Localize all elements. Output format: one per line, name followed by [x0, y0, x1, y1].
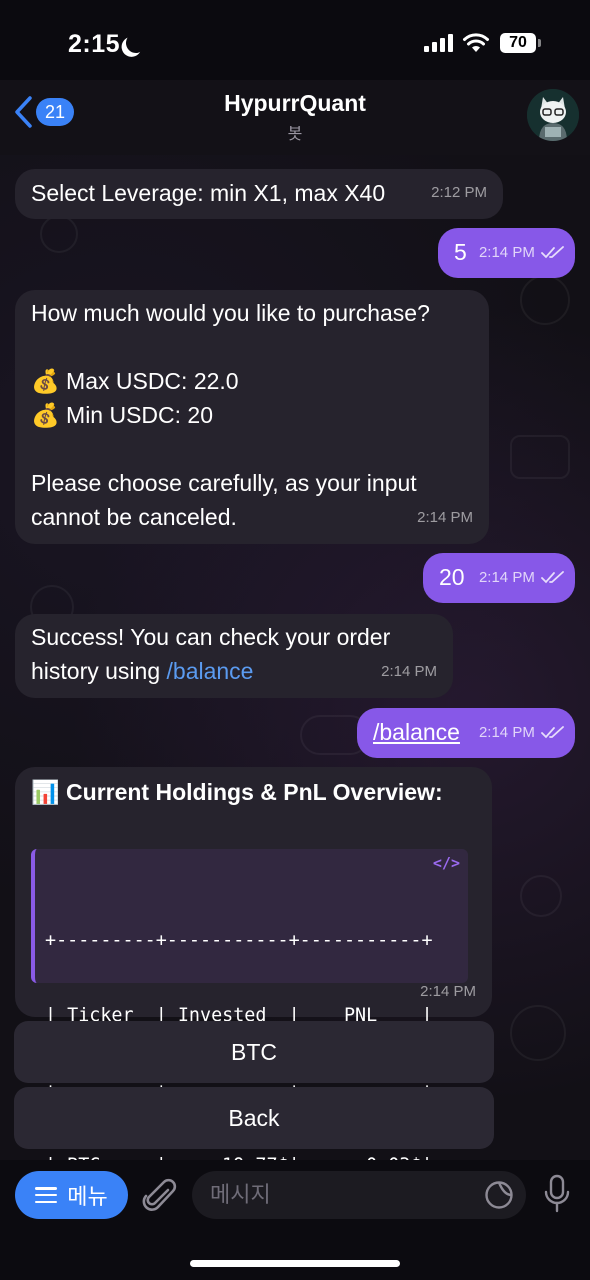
double-check-icon [541, 726, 564, 739]
min-usdc-text: Min USDC: 20 [66, 402, 214, 428]
message-outgoing: 5 2:14 PM [438, 228, 575, 278]
wifi-icon [463, 33, 489, 52]
message-text-line: cannot be canceled. [31, 504, 237, 530]
menu-button[interactable]: 메뉴 [15, 1171, 128, 1219]
message-time: 2:12 PM [431, 184, 487, 201]
cat-avatar-icon [527, 89, 579, 141]
message-incoming: Select Leverage: min X1, max X40 2:12 PM [15, 169, 503, 219]
moon-icon [124, 31, 147, 54]
message-input-bar: 메뉴 [0, 1160, 590, 1280]
money-bag-icon: 💰 [31, 368, 60, 394]
menu-label: 메뉴 [67, 1184, 108, 1209]
message-outgoing: 20 2:14 PM [423, 553, 575, 603]
holdings-title: Current Holdings & PnL Overview: [66, 779, 443, 805]
chat-title[interactable]: HypurrQuant [0, 90, 590, 117]
status-time: 2:15 [68, 30, 121, 58]
balance-command-link[interactable]: /balance [373, 719, 460, 745]
message-outgoing: /balance 2:14 PM [357, 708, 575, 758]
chat-subtitle: 봇 [287, 126, 303, 143]
keyboard-button-btc[interactable]: BTC [14, 1021, 494, 1083]
double-check-icon [541, 246, 564, 259]
message-text-line: history using [31, 658, 167, 684]
double-check-icon [541, 571, 564, 584]
keyboard-button-back[interactable]: Back [14, 1087, 494, 1149]
bot-avatar[interactable] [527, 89, 579, 141]
sticker-icon[interactable] [484, 1180, 514, 1210]
chat-header: 21 HypurrQuant 봇 [0, 80, 590, 155]
message-text-line: Please choose carefully, as your input [31, 470, 417, 496]
code-block[interactable]: </> +---------+-----------+-----------+ … [31, 849, 468, 1251]
message-time: 2:14 PM [478, 724, 535, 741]
message-time: 2:14 PM [478, 569, 535, 586]
money-bag-icon: 💰 [31, 402, 60, 428]
message-text: 5 [454, 239, 467, 265]
message-incoming: 📊 Current Holdings & PnL Overview: </> +… [15, 767, 492, 1251]
home-indicator [190, 1260, 400, 1267]
message-text: 20 [439, 564, 465, 590]
bar-chart-icon: 📊 [31, 779, 60, 805]
microphone-icon[interactable] [542, 1174, 572, 1214]
code-line: +---------+-----------+-----------+ [45, 930, 433, 951]
message-incoming: Success! You can check your order histor… [15, 614, 453, 698]
copy-code-icon[interactable]: </> [433, 851, 460, 876]
hamburger-icon [35, 1187, 58, 1203]
message-time-status: 2:14 PM [479, 561, 565, 595]
battery-icon: 70 [500, 33, 541, 53]
max-usdc-text: Max USDC: 22.0 [66, 368, 239, 394]
balance-command-link[interactable]: /balance [167, 658, 254, 684]
message-input[interactable] [192, 1171, 526, 1219]
message-time: 2:14 PM [420, 983, 476, 1000]
message-incoming: How much would you like to purchase? 💰 M… [15, 290, 489, 544]
paperclip-icon[interactable] [142, 1176, 178, 1216]
message-text-line: How much would you like to purchase? [31, 300, 430, 326]
message-text: Select Leverage: min X1, max X40 [31, 180, 386, 206]
cellular-signal-icon [424, 34, 453, 52]
message-time-status: 2:14 PM [479, 716, 565, 750]
message-text-line: Success! You can check your order [31, 624, 391, 650]
message-time: 2:14 PM [381, 663, 437, 680]
status-bar: 2:15 70 [0, 0, 590, 80]
message-time-status: 2:14 PM [479, 236, 565, 270]
message-time: 2:14 PM [417, 509, 473, 526]
message-time: 2:14 PM [478, 244, 535, 261]
